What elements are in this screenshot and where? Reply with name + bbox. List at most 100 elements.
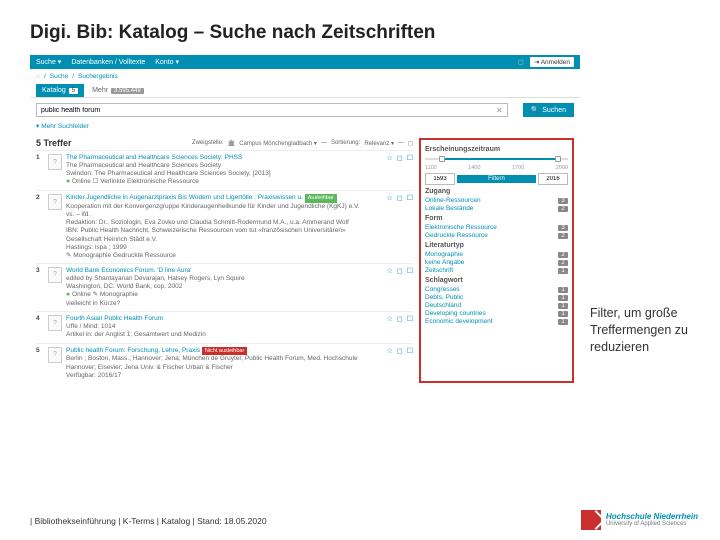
tab-more[interactable]: Mehr 3.595.449 bbox=[92, 87, 144, 94]
export-item-icon[interactable]: ☐ bbox=[407, 267, 413, 275]
clear-icon[interactable]: ✕ bbox=[496, 106, 503, 115]
export-item-icon[interactable]: ☐ bbox=[407, 315, 413, 323]
filter-count: 2 bbox=[558, 206, 568, 212]
filter-count: 3 bbox=[558, 198, 568, 204]
export-item-icon[interactable]: ☐ bbox=[407, 154, 413, 162]
slide-title: Digi. Bib: Katalog – Suche nach Zeitschr… bbox=[0, 0, 720, 54]
crumb-results: Suchergebnis bbox=[78, 73, 118, 80]
result-number: 1 bbox=[36, 154, 44, 187]
branch-select[interactable]: Campus Mönchengladbach ▾ bbox=[239, 140, 317, 147]
filter-row[interactable]: Developing countries1 bbox=[425, 310, 568, 317]
sect-form: Form bbox=[425, 215, 568, 222]
result-line: Gesellschaft Heinrich Städt e.V. bbox=[66, 236, 373, 244]
result-line: Berlin ; Boston, Mass.; Hannover; Jena; … bbox=[66, 355, 373, 371]
filter-row[interactable]: Deutschland1 bbox=[425, 302, 568, 309]
result-line: Kooperation mit der Konvergenzgruppe Kin… bbox=[66, 203, 373, 211]
crumb-search[interactable]: Suche bbox=[50, 73, 68, 80]
filter-sidebar: Erscheinungszeitraum 1100140017002000 Fi… bbox=[419, 138, 574, 383]
save-item-icon[interactable]: ☆ bbox=[387, 154, 393, 162]
nav-account[interactable]: Konto ▾ bbox=[155, 58, 179, 66]
result-line: Washington, DC: World Bank, cop. 2002 bbox=[66, 283, 373, 291]
advanced-link[interactable]: ▾ Mehr Suchfelder bbox=[30, 122, 580, 134]
save-item-icon[interactable]: ☆ bbox=[387, 194, 393, 202]
save-item-icon[interactable]: ☆ bbox=[387, 347, 393, 355]
sect-access: Zugang bbox=[425, 188, 568, 195]
search-bar: ✕ 🔍 Suchen bbox=[30, 98, 580, 122]
login-button[interactable]: ⇥ Anmelden bbox=[530, 57, 574, 67]
annotation-callout: Filter, um große Treffer­mengen zu reduz… bbox=[590, 305, 700, 356]
email-item-icon[interactable]: ◻ bbox=[397, 315, 403, 323]
save-item-icon[interactable]: ☆ bbox=[387, 315, 393, 323]
advanced-link-label: Mehr Suchfelder bbox=[41, 123, 89, 130]
email-item-icon[interactable]: ◻ bbox=[397, 154, 403, 162]
email-item-icon[interactable]: ◻ bbox=[397, 347, 403, 355]
tab-more-label: Mehr bbox=[92, 87, 108, 94]
doctype-icon: ? bbox=[48, 267, 62, 283]
filter-label: Economic development bbox=[425, 318, 558, 325]
filter-row[interactable]: keine Angabe2 bbox=[425, 259, 568, 266]
tab-catalog-count: 5 bbox=[69, 88, 78, 94]
result-line: ✎ Monographie Gedruckte Ressource bbox=[66, 252, 373, 260]
result-line: IBN: Public Health Nachricht, Schweizeri… bbox=[66, 227, 373, 235]
email-item-icon[interactable]: ◻ bbox=[397, 194, 403, 202]
filter-label: Deutschland bbox=[425, 302, 558, 309]
search-input[interactable] bbox=[36, 103, 508, 117]
year-from-input[interactable] bbox=[425, 173, 455, 185]
filter-count: 2 bbox=[558, 252, 568, 258]
filter-row[interactable]: Online-Ressourcen3 bbox=[425, 197, 568, 204]
result-number: 5 bbox=[36, 347, 44, 380]
filter-row[interactable]: Elektronische Ressource3 bbox=[425, 224, 568, 231]
results-list: 5 Treffer Zweigstelle: 🏛 Campus Möncheng… bbox=[36, 138, 413, 383]
save-item-icon[interactable]: ☆ bbox=[387, 267, 393, 275]
year-to-input[interactable] bbox=[538, 173, 568, 185]
filter-label: Debts, Public bbox=[425, 294, 558, 301]
result-title[interactable]: Public health Forum: Forschung, Lehre, P… bbox=[66, 347, 373, 356]
app-screenshot: Suche ▾ Datenbanken / Volltexte Konto ▾ … bbox=[30, 55, 580, 505]
filter-year-button[interactable]: Filtern bbox=[457, 175, 536, 183]
save-all-icon[interactable]: ◻ bbox=[408, 140, 413, 147]
result-title[interactable]: The Pharmaceutical and Healthcare Scienc… bbox=[66, 154, 373, 162]
branch-label: Zweigstelle: bbox=[192, 140, 224, 146]
nav-databases[interactable]: Datenbanken / Volltexte bbox=[71, 59, 145, 66]
slide-footer: | Bibliothekseinführung | K-Terms | Kata… bbox=[30, 516, 267, 526]
availability-badge: Ausleihbar bbox=[305, 194, 337, 203]
bookmark-icon[interactable]: ◻ bbox=[518, 58, 524, 66]
filter-row[interactable]: Zeitschrift1 bbox=[425, 267, 568, 274]
result-line: Verfügbar: 2016/17 bbox=[66, 372, 373, 380]
result-line: The Pharmaceutical and Healthcare Scienc… bbox=[66, 162, 373, 170]
sect-littype: Literaturtyp bbox=[425, 242, 568, 249]
tab-catalog[interactable]: Katalog 5 bbox=[36, 84, 84, 97]
result-title[interactable]: Kinder.Jugendliche in Augenarztpraxis Bi… bbox=[66, 194, 373, 203]
filter-count: 1 bbox=[558, 287, 568, 293]
doctype-icon: ? bbox=[48, 347, 62, 363]
email-item-icon[interactable]: ◻ bbox=[397, 267, 403, 275]
export-item-icon[interactable]: ☐ bbox=[407, 194, 413, 202]
filter-row[interactable]: Lokale Bestände2 bbox=[425, 205, 568, 212]
result-line: Artikel in: der Anglist 1; Gesamtwert un… bbox=[66, 331, 373, 339]
result-title[interactable]: World Bank Economics Forum. 'D line Aura… bbox=[66, 267, 373, 275]
filter-label: Congresses bbox=[425, 286, 558, 293]
search-button[interactable]: 🔍 Suchen bbox=[523, 103, 574, 117]
result-item: 3 ? World Bank Economics Forum. 'D line … bbox=[36, 263, 413, 311]
export-item-icon[interactable]: ☐ bbox=[407, 347, 413, 355]
filter-row[interactable]: Gedruckte Ressource2 bbox=[425, 232, 568, 239]
magnifier-icon: 🔍 bbox=[531, 106, 540, 114]
filter-label: Lokale Bestände bbox=[425, 205, 558, 212]
result-line: Uffe / Mind: 1014 bbox=[66, 323, 373, 331]
result-title[interactable]: Fourth Asian Public Health Forum bbox=[66, 315, 373, 323]
filter-count: 1 bbox=[558, 319, 568, 325]
result-line: vielleicht in Kürze? bbox=[66, 300, 373, 308]
filter-row[interactable]: Economic development1 bbox=[425, 318, 568, 325]
filter-row[interactable]: Congresses1 bbox=[425, 286, 568, 293]
nav-search[interactable]: Suche ▾ bbox=[36, 58, 61, 66]
year-slider[interactable] bbox=[425, 155, 568, 163]
filter-row[interactable]: Debts, Public1 bbox=[425, 294, 568, 301]
filter-label: keine Angabe bbox=[425, 259, 558, 266]
filter-row[interactable]: Monographie2 bbox=[425, 251, 568, 258]
filter-label: Zeitschrift bbox=[425, 267, 558, 274]
result-line: Redaktion: Dr., Soziologin, Eva Zovko un… bbox=[66, 219, 373, 227]
home-icon[interactable]: ⌂ bbox=[36, 73, 40, 80]
result-tabs: Katalog 5 Mehr 3.595.449 bbox=[30, 84, 580, 98]
result-number: 2 bbox=[36, 194, 44, 260]
sort-select[interactable]: Relevanz ▾ bbox=[364, 140, 394, 147]
